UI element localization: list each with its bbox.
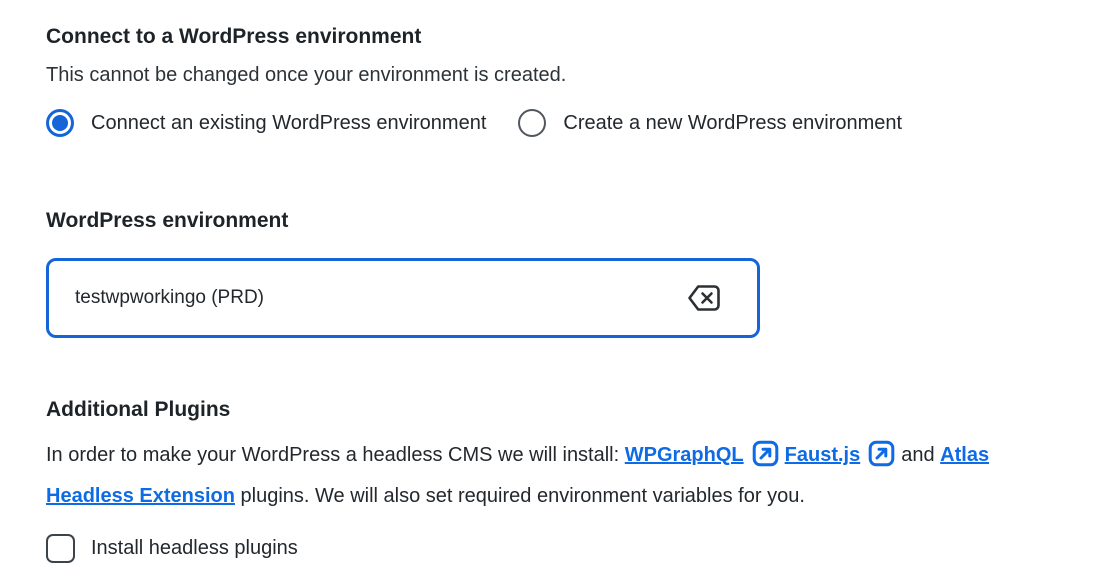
radio-create-new[interactable]: Create a new WordPress environment — [518, 109, 902, 138]
install-plugins-checkbox-row: Install headless plugins — [46, 534, 1114, 564]
plugins-description: In order to make your WordPress a headle… — [46, 438, 1048, 514]
radio-connect-existing-label[interactable]: Connect an existing WordPress environmen… — [91, 112, 486, 135]
radio-connect-existing[interactable]: Connect an existing WordPress environmen… — [46, 109, 486, 138]
backspace-icon — [685, 282, 723, 314]
connect-wordpress-form: Connect to a WordPress environment This … — [0, 0, 1114, 564]
plugins-description-suffix: plugins. We will also set required envir… — [234, 485, 805, 508]
radio-selected-icon[interactable] — [46, 109, 74, 138]
install-plugins-checkbox-label[interactable]: Install headless plugins — [91, 537, 298, 560]
install-plugins-checkbox[interactable] — [46, 534, 75, 564]
radio-unselected-icon[interactable] — [518, 109, 547, 138]
environment-input-container — [46, 258, 760, 339]
plugins-description-prefix: In order to make your WordPress a headle… — [46, 444, 625, 467]
environment-input[interactable] — [49, 261, 757, 336]
page-title: Connect to a WordPress environment — [46, 25, 422, 48]
faustjs-link[interactable]: Faust.js — [785, 444, 861, 466]
environment-field-label: WordPress environment — [46, 209, 289, 233]
additional-plugins-heading: Additional Plugins — [46, 398, 231, 422]
clear-environment-button[interactable] — [685, 282, 723, 314]
external-link-icon[interactable] — [752, 440, 779, 479]
connect-description: This cannot be changed once your environ… — [46, 64, 567, 87]
wpgraphql-link[interactable]: WPGraphQL — [625, 444, 744, 466]
plugins-and-text: and — [901, 444, 941, 467]
external-link-icon[interactable] — [868, 440, 895, 479]
radio-create-new-label[interactable]: Create a new WordPress environment — [563, 112, 902, 135]
environment-mode-radio-group: Connect an existing WordPress environmen… — [46, 109, 1114, 138]
